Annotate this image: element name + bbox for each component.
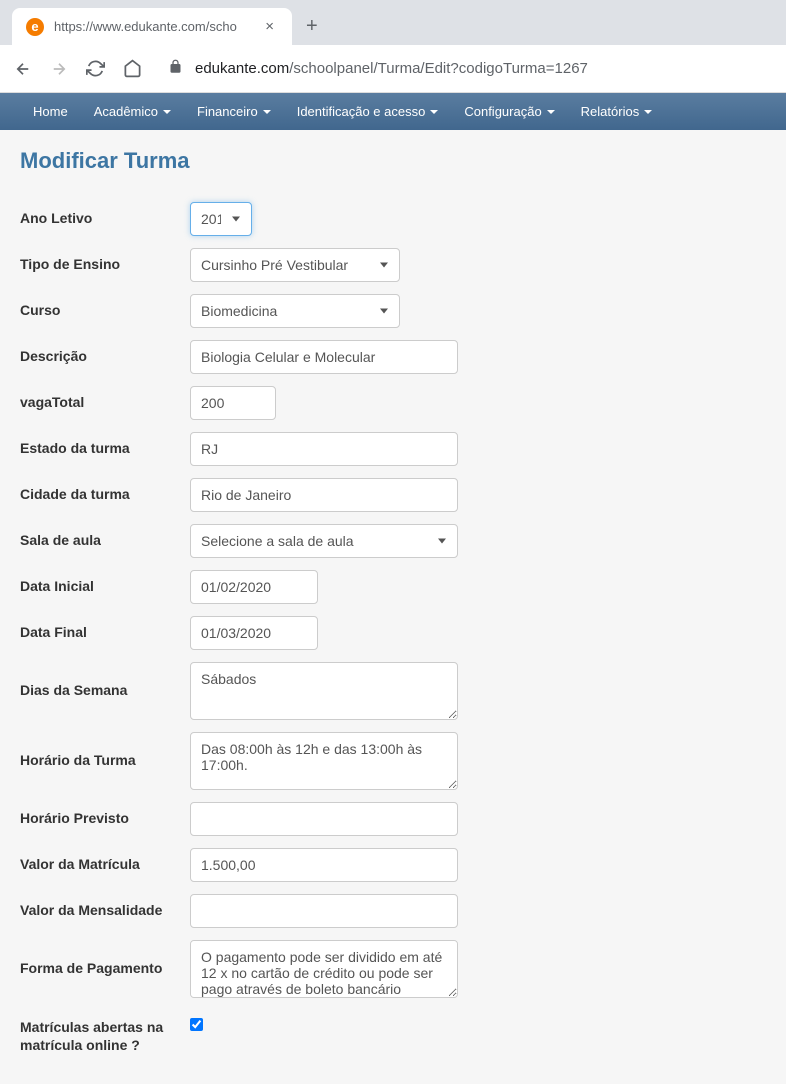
- nav-financeiro[interactable]: Financeiro: [184, 93, 284, 130]
- nav-home[interactable]: Home: [20, 93, 81, 130]
- row-cidade: Cidade da turma: [20, 478, 766, 512]
- label-curso: Curso: [20, 294, 190, 318]
- textarea-forma-pagamento[interactable]: O pagamento pode ser dividido em até 12 …: [190, 940, 458, 998]
- row-valor-mensalidade: Valor da Mensalidade: [20, 894, 766, 928]
- input-estado[interactable]: [190, 432, 458, 466]
- row-valor-matricula: Valor da Matrícula: [20, 848, 766, 882]
- nav-label: Home: [33, 104, 68, 119]
- label-descricao: Descrição: [20, 340, 190, 364]
- row-forma-pagamento: Forma de Pagamento O pagamento pode ser …: [20, 940, 766, 998]
- select-tipo-ensino[interactable]: Cursinho Pré Vestibular: [190, 248, 400, 282]
- lock-icon: [168, 59, 183, 78]
- row-tipo-ensino: Tipo de Ensino Cursinho Pré Vestibular: [20, 248, 766, 282]
- label-matriculas-abertas: Matrículas abertas na matrícula online ?: [20, 1010, 190, 1054]
- label-horario-turma: Horário da Turma: [20, 732, 190, 768]
- label-dias-semana: Dias da Semana: [20, 662, 190, 698]
- nav-identificacao[interactable]: Identificação e acesso: [284, 93, 452, 130]
- browser-chrome: e https://www.edukante.com/scho × + eduk…: [0, 0, 786, 93]
- label-valor-matricula: Valor da Matrícula: [20, 848, 190, 872]
- row-estado: Estado da turma: [20, 432, 766, 466]
- caret-icon: [547, 110, 555, 114]
- input-data-inicial[interactable]: [190, 570, 318, 604]
- forward-button[interactable]: [50, 60, 68, 78]
- input-horario-previsto[interactable]: [190, 802, 458, 836]
- input-descricao[interactable]: [190, 340, 458, 374]
- label-sala: Sala de aula: [20, 524, 190, 548]
- select-curso[interactable]: Biomedicina: [190, 294, 400, 328]
- url-path: /schoolpanel/Turma/Edit?codigoTurma=1267: [289, 60, 588, 77]
- input-valor-mensalidade[interactable]: [190, 894, 458, 928]
- browser-toolbar: edukante.com/schoolpanel/Turma/Edit?codi…: [0, 45, 786, 93]
- row-data-final: Data Final: [20, 616, 766, 650]
- nav-label: Acadêmico: [94, 104, 158, 119]
- row-horario-previsto: Horário Previsto: [20, 802, 766, 836]
- select-sala[interactable]: Selecione a sala de aula: [190, 524, 458, 558]
- row-dias-semana: Dias da Semana Sábados: [20, 662, 766, 720]
- caret-icon: [430, 110, 438, 114]
- url-domain: edukante.com: [195, 60, 289, 77]
- label-vaga-total: vagaTotal: [20, 386, 190, 410]
- tab-close-icon[interactable]: ×: [261, 16, 278, 37]
- favicon: e: [26, 18, 44, 36]
- new-tab-button[interactable]: +: [306, 15, 318, 38]
- label-forma-pagamento: Forma de Pagamento: [20, 940, 190, 976]
- row-descricao: Descrição: [20, 340, 766, 374]
- page-title: Modificar Turma: [20, 148, 766, 174]
- nav-label: Identificação e acesso: [297, 104, 426, 119]
- row-horario-turma: Horário da Turma Das 08:00h às 12h e das…: [20, 732, 766, 790]
- tab-title: https://www.edukante.com/scho: [54, 19, 261, 34]
- nav-configuracao[interactable]: Configuração: [451, 93, 567, 130]
- input-valor-matricula[interactable]: [190, 848, 458, 882]
- textarea-dias-semana[interactable]: Sábados: [190, 662, 458, 720]
- main-navbar: Home Acadêmico Financeiro Identificação …: [0, 93, 786, 130]
- nav-label: Relatórios: [581, 104, 640, 119]
- caret-icon: [263, 110, 271, 114]
- label-data-final: Data Final: [20, 616, 190, 640]
- nav-label: Configuração: [464, 104, 541, 119]
- nav-academico[interactable]: Acadêmico: [81, 93, 184, 130]
- select-ano-letivo[interactable]: 201: [190, 202, 252, 236]
- row-matriculas-abertas: Matrículas abertas na matrícula online ?: [20, 1010, 766, 1054]
- label-estado: Estado da turma: [20, 432, 190, 456]
- browser-tab[interactable]: e https://www.edukante.com/scho ×: [12, 8, 292, 45]
- home-button[interactable]: [123, 59, 142, 78]
- row-ano-letivo: Ano Letivo 201: [20, 202, 766, 236]
- reload-button[interactable]: [86, 59, 105, 78]
- back-button[interactable]: [14, 60, 32, 78]
- input-vaga-total[interactable]: [190, 386, 276, 420]
- caret-icon: [644, 110, 652, 114]
- label-cidade: Cidade da turma: [20, 478, 190, 502]
- textarea-horario-turma[interactable]: Das 08:00h às 12h e das 13:00h às 17:00h…: [190, 732, 458, 790]
- row-data-inicial: Data Inicial: [20, 570, 766, 604]
- page-content: Modificar Turma Ano Letivo 201 Tipo de E…: [0, 130, 786, 1084]
- input-cidade[interactable]: [190, 478, 458, 512]
- row-sala: Sala de aula Selecione a sala de aula: [20, 524, 766, 558]
- row-vaga-total: vagaTotal: [20, 386, 766, 420]
- label-ano-letivo: Ano Letivo: [20, 202, 190, 226]
- label-horario-previsto: Horário Previsto: [20, 802, 190, 826]
- label-data-inicial: Data Inicial: [20, 570, 190, 594]
- checkbox-matriculas-abertas[interactable]: [190, 1018, 203, 1031]
- nav-label: Financeiro: [197, 104, 258, 119]
- address-bar[interactable]: edukante.com/schoolpanel/Turma/Edit?codi…: [168, 59, 772, 78]
- row-curso: Curso Biomedicina: [20, 294, 766, 328]
- label-tipo-ensino: Tipo de Ensino: [20, 248, 190, 272]
- label-valor-mensalidade: Valor da Mensalidade: [20, 894, 190, 918]
- nav-relatorios[interactable]: Relatórios: [568, 93, 666, 130]
- caret-icon: [163, 110, 171, 114]
- tab-bar: e https://www.edukante.com/scho × +: [0, 0, 786, 45]
- input-data-final[interactable]: [190, 616, 318, 650]
